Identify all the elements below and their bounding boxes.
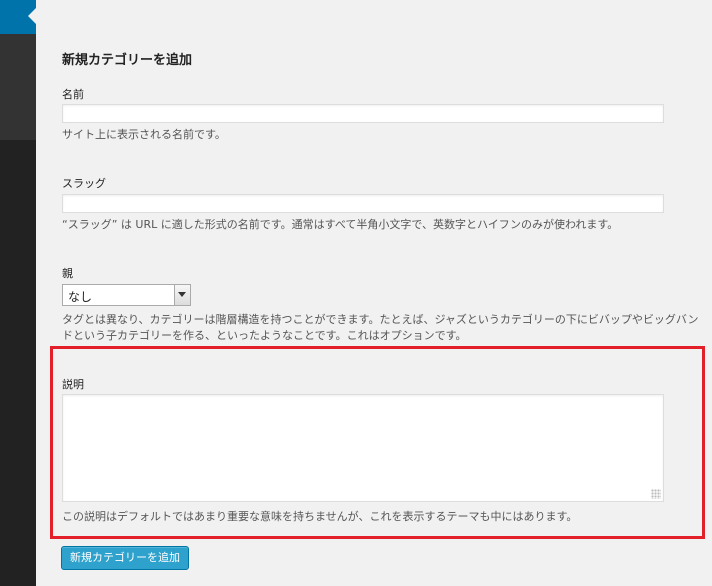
name-label: 名前 [62, 88, 84, 101]
submenu-area [0, 34, 36, 140]
description-label: 説明 [62, 378, 84, 391]
name-help-text: サイト上に表示される名前です。 [62, 128, 226, 141]
current-menu-arrow-icon [28, 8, 36, 24]
parent-help-text: タグとは異なり、カテゴリーは階層構造を持つことができます。たとえば、ジャズという… [62, 313, 699, 342]
description-textarea[interactable] [62, 394, 664, 502]
parent-label: 親 [62, 267, 73, 280]
description-help-text: この説明はデフォルトではあまり重要な意味を持ちませんが、これを表示するテーマも中… [62, 510, 578, 523]
resize-grip-icon[interactable] [651, 489, 661, 499]
admin-sidebar [0, 0, 36, 586]
add-category-button[interactable]: 新規カテゴリーを追加 [61, 546, 189, 570]
chevron-down-icon[interactable] [174, 285, 190, 305]
parent-select-value: なし [68, 290, 93, 304]
form-title: 新規カテゴリーを追加 [62, 53, 193, 68]
parent-select[interactable]: なし [62, 284, 191, 306]
slug-input[interactable] [62, 194, 664, 213]
name-input[interactable] [62, 104, 664, 123]
slug-label: スラッグ [62, 177, 106, 190]
slug-help-text: “スラッグ” は URL に適した形式の名前です。通常はすべて半角小文字で、英数… [62, 218, 619, 231]
